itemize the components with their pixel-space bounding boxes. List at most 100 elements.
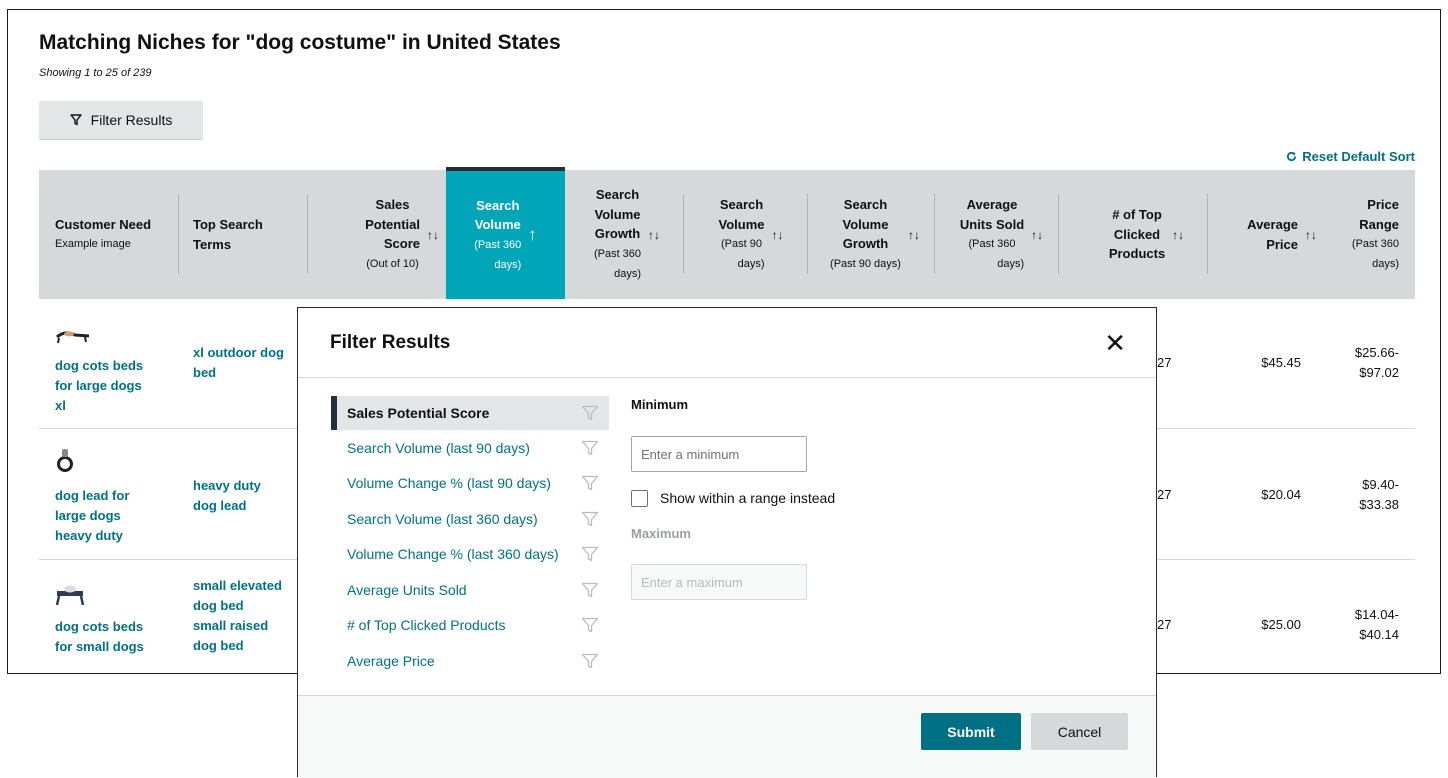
filter-label: Volume Change % (last 360 days): [347, 546, 559, 562]
search-term-line: dog bed: [193, 598, 244, 613]
column-search-volume-360-sub-2: days): [494, 258, 522, 271]
column-search-volume-growth-90[interactable]: Search Volume Growth (Past 90 days) ↑↓: [819, 170, 931, 299]
close-icon[interactable]: ✕: [1104, 330, 1126, 356]
range-checkbox[interactable]: [631, 490, 648, 507]
funnel-icon: [69, 114, 82, 126]
column-average-price[interactable]: Average Price ↑↓: [1217, 170, 1317, 299]
customer-need-line: dog cots beds: [55, 358, 144, 373]
column-price-range[interactable]: Price Range (Past 360 days): [1329, 170, 1399, 299]
modal-title: Filter Results: [330, 332, 451, 353]
customer-need-line: large dogs: [55, 508, 121, 523]
column-search-volume-360-sub-1: (Past 360: [474, 238, 522, 251]
customer-need-line: dog lead for: [55, 488, 130, 503]
sort-icon[interactable]: ↑↓: [648, 228, 660, 242]
sort-icon[interactable]: ↑↓: [427, 228, 439, 242]
customer-need-link[interactable]: dog cots beds for large dogs xl: [55, 356, 143, 416]
column-divider: [178, 194, 179, 274]
filter-search-volume-90[interactable]: Search Volume (last 90 days): [331, 431, 609, 465]
column-divider: [934, 194, 935, 274]
filter-label: Average Units Sold: [347, 582, 467, 598]
filter-top-clicked-products[interactable]: # of Top Clicked Products: [331, 608, 609, 642]
filter-results-modal: Filter Results ✕ Sales Potential Score S…: [297, 307, 1157, 778]
funnel-icon: [581, 546, 599, 562]
sort-icon[interactable]: ↑↓: [1172, 228, 1184, 242]
search-term-line: xl outdoor dog: [193, 345, 284, 360]
average-price-value: $25.00: [1261, 617, 1301, 632]
filter-average-units-sold[interactable]: Average Units Sold: [331, 573, 609, 607]
search-term-line: small elevated: [193, 578, 282, 593]
column-top-search-terms[interactable]: Top Search Terms: [193, 170, 313, 299]
submit-button[interactable]: Submit: [921, 713, 1021, 750]
column-average-units-sold[interactable]: Average Units Sold (Past 360 days) ↑↓: [944, 170, 1059, 299]
column-search-volume-growth-360[interactable]: Search Volume Growth (Past 360 days) ↑↓: [571, 170, 683, 299]
column-sv90-sub-2: days): [737, 258, 765, 270]
column-aus-sub-1: (Past 360: [968, 238, 1016, 250]
search-term-link[interactable]: small elevated dog bed small raised dog …: [193, 576, 282, 656]
search-term-line: heavy duty: [193, 478, 261, 493]
column-sv90-label-1: Search: [719, 197, 764, 212]
column-sales-potential-label-2: Potential: [365, 216, 420, 232]
column-sales-potential[interactable]: Sales Potential Score (Out of 10) ↑↓: [329, 170, 439, 299]
filter-results-label: Filter Results: [90, 112, 173, 128]
funnel-icon: [581, 511, 599, 527]
sort-icon[interactable]: ↑↓: [1031, 228, 1043, 242]
customer-need-line: for large dogs: [55, 378, 142, 393]
column-svg360-sub-1: (Past 360: [593, 247, 642, 260]
filter-results-button[interactable]: Filter Results: [39, 101, 203, 139]
minimum-input[interactable]: [631, 436, 807, 472]
maximum-input[interactable]: [631, 564, 807, 600]
column-search-volume-360-active[interactable]: Search Volume (Past 360 days) ↑: [446, 167, 565, 299]
filter-label: Average Price: [347, 653, 435, 669]
column-price-range-label-2: Range: [1359, 216, 1399, 232]
reset-default-sort-link[interactable]: Reset Default Sort: [1286, 149, 1415, 164]
price-range-line: $97.02: [1359, 365, 1399, 380]
column-top-search-terms-label-2: Terms: [193, 236, 232, 252]
column-top-clicked-products[interactable]: # of Top Clicked Products ↑↓: [1079, 170, 1214, 299]
filter-volume-change-90[interactable]: Volume Change % (last 90 days): [331, 466, 609, 500]
filter-search-volume-360[interactable]: Search Volume (last 360 days): [331, 502, 609, 536]
customer-need-link[interactable]: dog lead for large dogs heavy duty: [55, 486, 129, 546]
filter-label: Sales Potential Score: [347, 405, 490, 421]
average-price-value: $45.45: [1261, 355, 1301, 370]
range-checkbox-label[interactable]: Show within a range instead: [660, 490, 835, 506]
sort-icon[interactable]: ↑↓: [1305, 228, 1317, 242]
funnel-icon: [581, 582, 599, 598]
funnel-icon: [581, 653, 599, 669]
cancel-button[interactable]: Cancel: [1031, 713, 1128, 750]
filter-average-price[interactable]: Average Price: [331, 644, 609, 678]
modal-footer: [298, 695, 1156, 778]
funnel-icon: [581, 475, 599, 491]
column-customer-need-sub: Example image: [55, 238, 131, 251]
sort-ascending-icon[interactable]: ↑: [528, 225, 537, 245]
column-sv90-label-2: Volume: [718, 216, 765, 232]
search-term-link[interactable]: xl outdoor dog bed: [193, 343, 284, 383]
column-search-volume-90[interactable]: Search Volume (Past 90 days) ↑↓: [695, 170, 807, 299]
average-price-value: $20.04: [1261, 487, 1301, 502]
search-term-link[interactable]: heavy duty dog lead: [193, 476, 261, 516]
sort-icon[interactable]: ↑↓: [772, 228, 784, 242]
top-clicked-value: 27: [1157, 487, 1172, 502]
dog-cot-small-image: [55, 585, 85, 606]
price-range-line: $25.66-: [1354, 345, 1399, 360]
maximum-label: Maximum: [631, 526, 691, 541]
column-avg-price-label-1: Average: [1247, 217, 1298, 232]
column-svg360-sub-2: days): [614, 267, 642, 280]
filter-volume-change-360[interactable]: Volume Change % (last 360 days): [331, 537, 609, 571]
price-range-line: $40.14: [1359, 627, 1399, 642]
customer-need-line: dog cots beds: [55, 619, 144, 634]
table-header: Customer Need Example image Top Search T…: [39, 167, 1415, 299]
column-aus-label-1: Average: [966, 197, 1018, 212]
search-term-line: small raised: [193, 618, 269, 633]
sort-icon[interactable]: ↑↓: [908, 228, 920, 242]
column-divider: [807, 194, 808, 274]
column-svg360-label-1: Search: [595, 187, 640, 203]
results-count: Showing 1 to 25 of 239: [39, 67, 152, 79]
customer-need-link[interactable]: dog cots beds for small dogs: [55, 617, 144, 657]
column-sales-potential-label-3: Score: [383, 236, 420, 252]
column-divider: [1207, 194, 1208, 274]
filter-sales-potential-score[interactable]: Sales Potential Score: [331, 396, 609, 430]
filter-label: # of Top Clicked Products: [347, 617, 506, 633]
top-clicked-value: 27: [1157, 355, 1172, 370]
top-clicked-value: 27: [1157, 617, 1172, 632]
price-range-value: $25.66- $97.02: [1329, 343, 1399, 383]
